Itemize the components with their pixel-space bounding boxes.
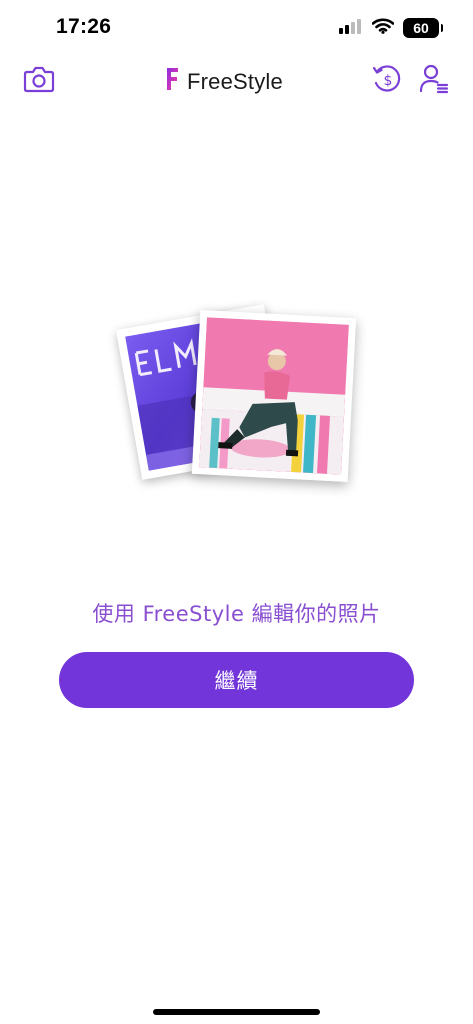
refund-dollar-icon: $ (371, 63, 403, 100)
top-bar: FreeStyle $ (0, 56, 473, 106)
camera-button[interactable] (22, 64, 56, 98)
continue-button[interactable]: 繼續 (59, 652, 414, 708)
continue-button-label: 繼續 (214, 669, 259, 693)
battery-icon: 60 (403, 18, 443, 38)
tagline-text: 使用 FreeStyle 編輯你的照片 (92, 602, 381, 626)
status-bar: 17:26 60 (0, 0, 473, 56)
status-icons: 60 (339, 16, 443, 40)
freestyle-logo-icon (165, 66, 179, 97)
photo-collage-illustration (110, 296, 370, 506)
wifi-icon (371, 17, 395, 39)
app-name: FreeStyle (187, 68, 283, 94)
signal-icon (339, 18, 363, 39)
app-brand: FreeStyle (165, 66, 283, 97)
camera-icon (23, 65, 55, 98)
portrait-image (199, 317, 349, 475)
account-menu-icon (418, 63, 450, 100)
status-time: 17:26 (56, 15, 112, 38)
svg-text:$: $ (384, 73, 393, 89)
home-indicator[interactable] (153, 1009, 320, 1015)
refund-button[interactable]: $ (370, 64, 404, 98)
account-button[interactable] (417, 64, 451, 98)
photo-front (191, 310, 357, 482)
